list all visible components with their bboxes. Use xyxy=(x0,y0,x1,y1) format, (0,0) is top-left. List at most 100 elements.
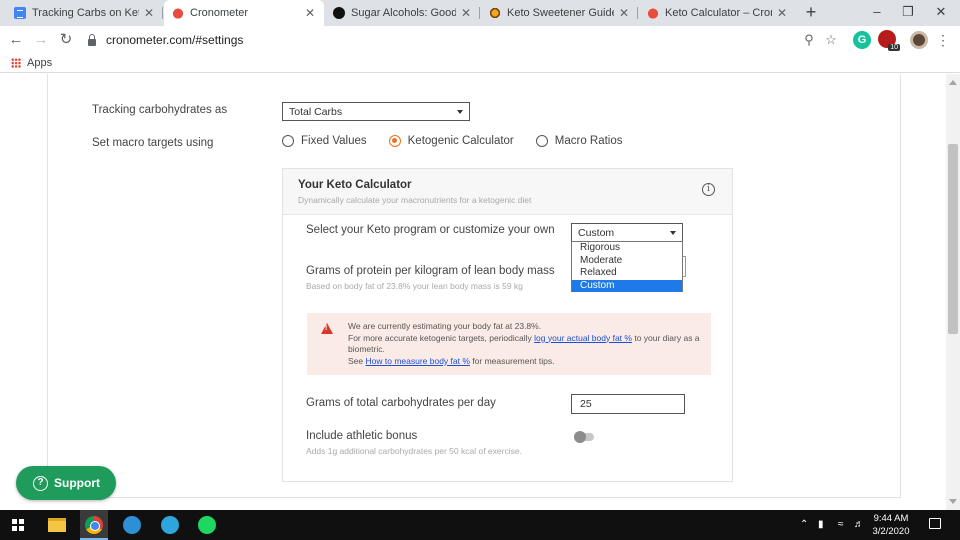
dropdown-option-custom[interactable]: Custom xyxy=(572,279,682,292)
file-explorer-icon[interactable] xyxy=(48,518,66,532)
lock-icon xyxy=(88,33,96,46)
radio-button[interactable] xyxy=(388,135,401,147)
tracking-carbs-label: Tracking carbohydrates as xyxy=(92,104,228,116)
warning-text-segment: for measurement tips. xyxy=(469,355,555,366)
windows-taskbar: ⌃ ▮ ≈ ♬ 9:44 AM 3/2/2020 xyxy=(0,510,960,540)
extension-badge-count: 10 xyxy=(888,44,900,51)
address-bar[interactable]: cronometer.com/#settings xyxy=(84,29,854,51)
tab-keto-calculator[interactable]: Keto Calculator – Cronomet ✕ xyxy=(639,0,796,26)
radio-fixed-values[interactable]: Fixed Values xyxy=(282,135,367,147)
keto-calculator-card: Your Keto Calculator Dynamically calcula… xyxy=(282,168,733,482)
close-icon[interactable]: ✕ xyxy=(618,6,630,20)
bookmarks-bar: Apps xyxy=(0,53,960,73)
bookmark-star-icon[interactable]: ☆ xyxy=(822,31,840,49)
tab-separator xyxy=(637,7,638,19)
keto-card-header: Your Keto Calculator Dynamically calcula… xyxy=(283,169,732,215)
key-icon[interactable]: ⚲ xyxy=(800,31,818,49)
page-viewport: Tracking carbohydrates as Total Carbs Se… xyxy=(0,74,946,510)
info-icon[interactable]: i xyxy=(702,183,715,196)
profile-avatar[interactable] xyxy=(910,31,928,49)
tracking-carbs-select[interactable]: Total Carbs xyxy=(282,102,470,121)
tab-title: Tracking Carbs on Keto Upd xyxy=(32,7,139,19)
dropdown-option-relaxed[interactable]: Relaxed xyxy=(572,267,682,280)
notification-center-icon[interactable] xyxy=(929,518,941,529)
carbs-per-day-label: Grams of total carbohydrates per day xyxy=(306,397,496,409)
battery-icon[interactable]: ▮ xyxy=(818,519,824,530)
wifi-icon[interactable]: ≈ xyxy=(838,519,844,530)
close-icon[interactable]: ✕ xyxy=(460,6,472,20)
macro-targets-label: Set macro targets using xyxy=(92,137,214,149)
minimize-icon[interactable]: – xyxy=(862,0,892,26)
dropdown-option-moderate[interactable]: Moderate xyxy=(572,255,682,268)
radio-ketogenic-calculator[interactable]: Ketogenic Calculator xyxy=(388,135,514,147)
tab-strip: Tracking Carbs on Keto Upd ✕ Cronometer … xyxy=(0,0,960,26)
url-text: cronometer.com/#settings xyxy=(106,33,244,47)
window-close-icon[interactable]: ✕ xyxy=(926,0,956,26)
cronometer-icon xyxy=(172,7,184,19)
scroll-thumb[interactable] xyxy=(948,144,958,334)
new-tab-button[interactable]: + xyxy=(800,2,822,24)
sugar-site-icon xyxy=(333,7,345,19)
help-circle-icon: ? xyxy=(33,475,48,491)
tab-sugar-alcohols[interactable]: Sugar Alcohols: Good or Ba ✕ xyxy=(325,0,480,26)
radio-button[interactable] xyxy=(535,135,548,147)
warning-icon xyxy=(321,323,333,334)
grammarly-extension-icon[interactable]: G xyxy=(853,31,871,49)
restore-icon[interactable]: ❐ xyxy=(893,0,923,26)
telegram-icon[interactable] xyxy=(161,516,179,534)
keto-program-select[interactable]: Custom xyxy=(571,223,683,242)
chrome-icon[interactable] xyxy=(85,516,103,534)
dropdown-option-rigorous[interactable]: Rigorous xyxy=(572,242,682,255)
toggle-knob xyxy=(574,431,586,443)
support-button[interactable]: ? Support xyxy=(16,466,116,500)
bookmark-apps[interactable]: Apps xyxy=(27,57,52,69)
warning-text-segment: For more accurate ketogenic targets, per… xyxy=(348,332,535,343)
body-fat-warning: We are currently estimating your body fa… xyxy=(307,313,711,375)
reload-icon[interactable]: ↻ xyxy=(56,30,76,50)
windows-start-icon[interactable] xyxy=(12,519,24,531)
carbs-per-day-input[interactable]: 25 xyxy=(571,394,685,414)
spotify-icon[interactable] xyxy=(198,516,216,534)
tab-title: Keto Calculator – Cronomet xyxy=(665,7,772,19)
tray-chevron-up-icon[interactable]: ⌃ xyxy=(800,519,808,530)
scroll-down-icon[interactable] xyxy=(949,499,957,504)
protein-note: Based on body fat of 23.8% your lean bod… xyxy=(306,281,523,291)
keto-card-subtitle: Dynamically calculate your macronutrient… xyxy=(298,195,532,205)
tab-cronometer[interactable]: Cronometer ✕ xyxy=(164,0,324,26)
tab-keto-sweetener[interactable]: Keto Sweetener Guide: Best ✕ xyxy=(481,0,638,26)
taskbar-clock[interactable]: 9:44 AM 3/2/2020 xyxy=(862,512,920,538)
back-icon[interactable]: ← xyxy=(6,30,26,50)
keto-program-value: Custom xyxy=(578,227,615,239)
tracking-carbs-value: Total Carbs xyxy=(289,106,343,118)
keto-program-label: Select your Keto program or customize yo… xyxy=(306,224,555,236)
log-body-fat-link[interactable]: log your actual body fat % xyxy=(534,333,632,343)
close-icon[interactable]: ✕ xyxy=(304,6,316,20)
radio-macro-ratios[interactable]: Macro Ratios xyxy=(535,135,623,147)
tab-title: Cronometer xyxy=(190,7,249,19)
tab-separator xyxy=(479,7,480,19)
tab-tracking-carbs[interactable]: Tracking Carbs on Keto Upd ✕ xyxy=(6,0,163,26)
warning-line: We are currently estimating your body fa… xyxy=(348,321,542,331)
athletic-bonus-toggle[interactable] xyxy=(574,431,594,443)
page-scrollbar[interactable] xyxy=(946,74,960,510)
apps-grid-icon xyxy=(11,57,21,68)
radio-label: Macro Ratios xyxy=(554,135,623,147)
panel-border xyxy=(47,497,901,498)
forward-icon[interactable]: → xyxy=(31,30,51,50)
extension-badge-icon[interactable]: 10 xyxy=(878,30,900,51)
macro-targets-radio-group: Fixed Values Ketogenic Calculator Macro … xyxy=(282,135,645,147)
measure-body-fat-link[interactable]: How to measure body fat % xyxy=(366,356,470,366)
scroll-up-icon[interactable] xyxy=(949,80,957,85)
cronometer-icon xyxy=(647,7,659,19)
close-icon[interactable]: ✕ xyxy=(776,6,788,20)
radio-label: Fixed Values xyxy=(301,135,367,147)
chevron-down-icon xyxy=(670,231,676,235)
panel-border xyxy=(47,74,48,498)
close-icon[interactable]: ✕ xyxy=(143,6,155,20)
tab-title: Sugar Alcohols: Good or Ba xyxy=(351,7,456,19)
warning-line: For more accurate ketogenic targets, per… xyxy=(348,333,708,356)
warning-text-segment: See xyxy=(348,355,366,366)
radio-button[interactable] xyxy=(282,135,294,147)
app-icon-blue[interactable] xyxy=(123,516,141,534)
menu-kebab-icon[interactable]: ⋮ xyxy=(934,31,952,49)
